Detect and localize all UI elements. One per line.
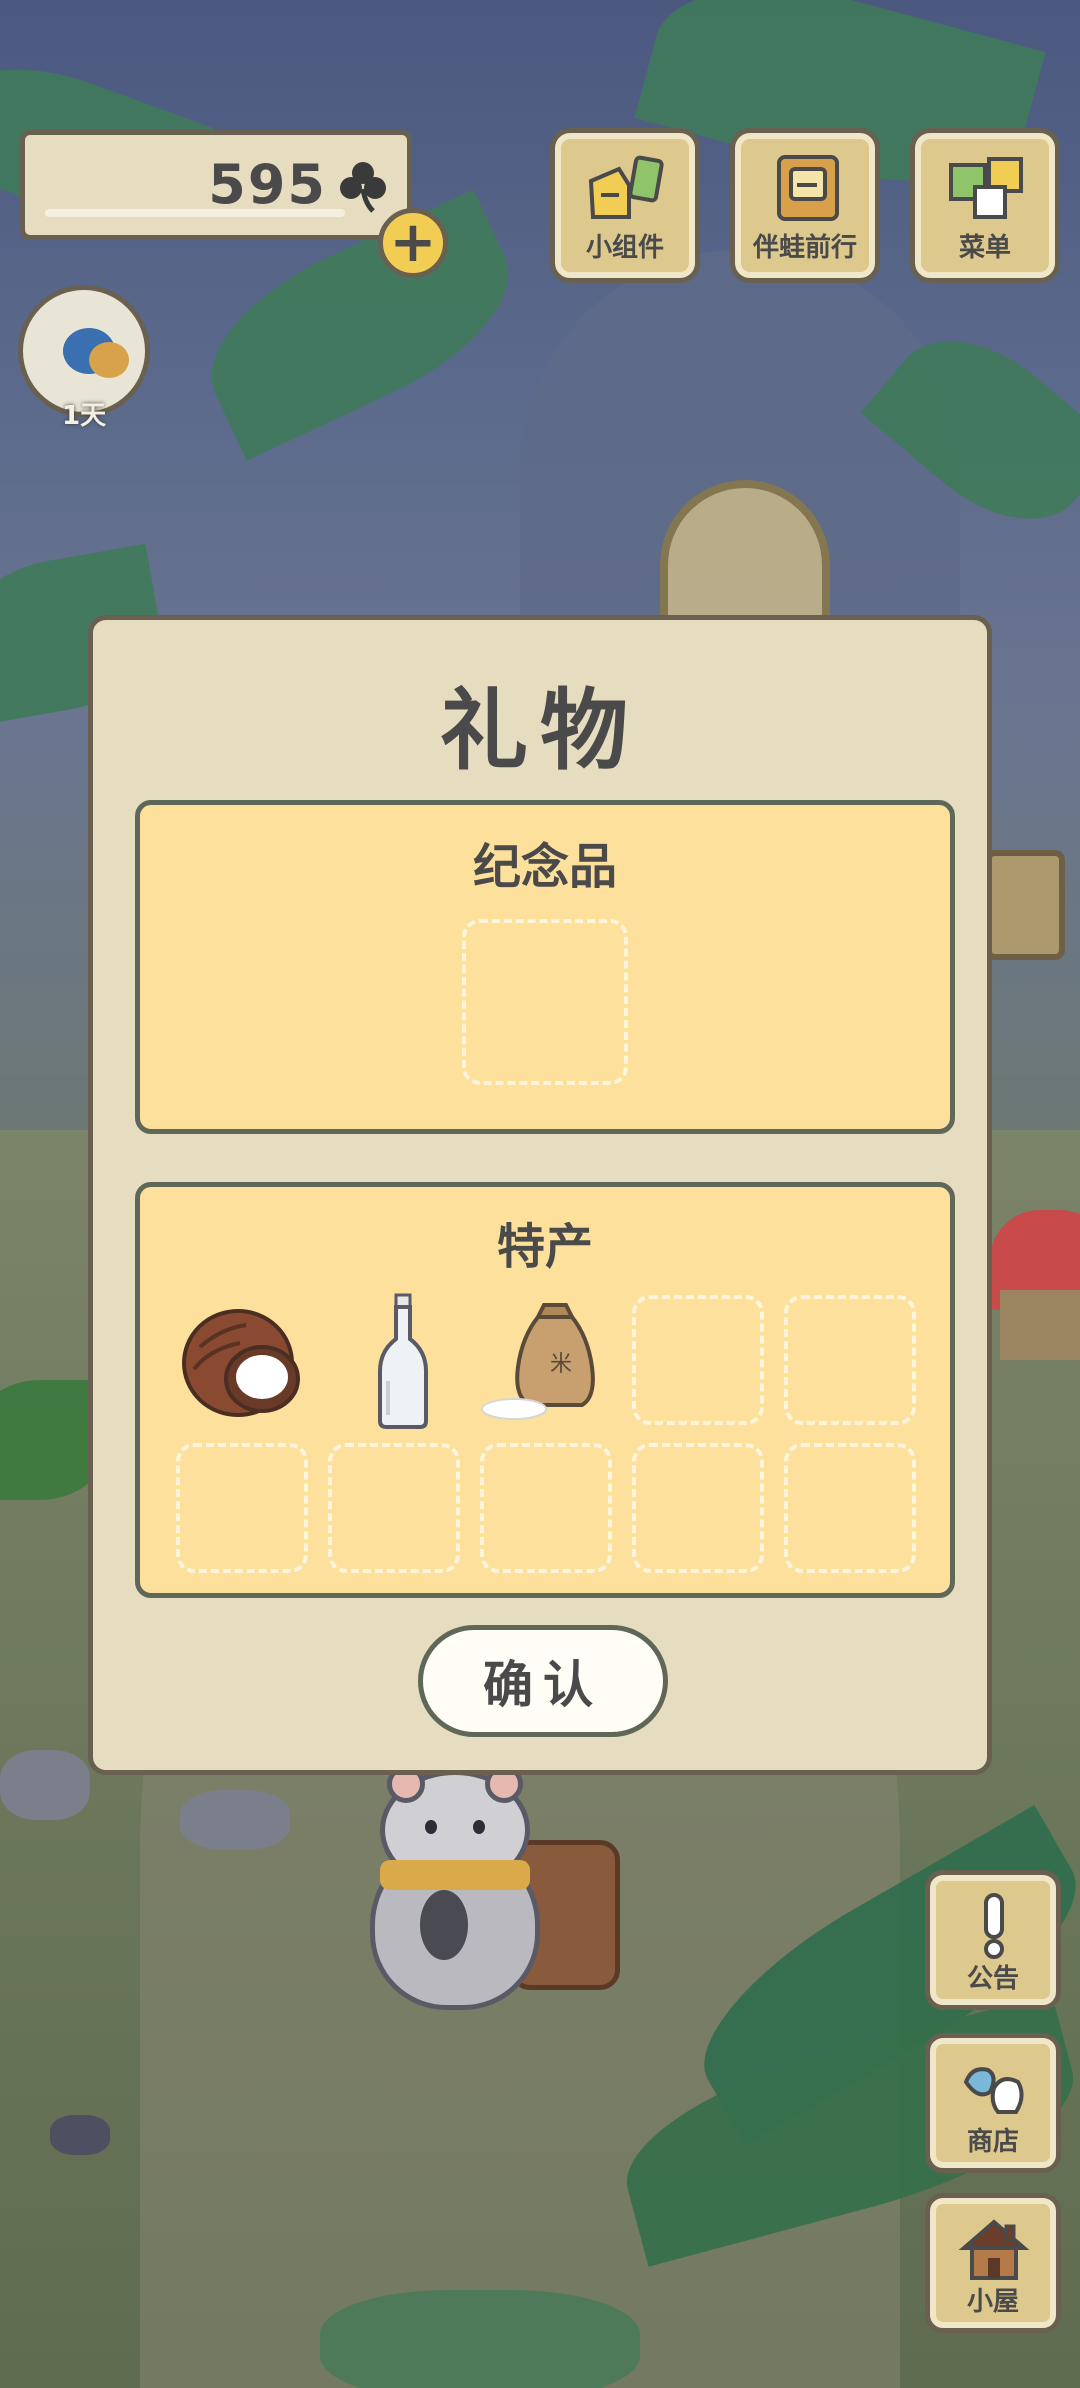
shop-icon xyxy=(963,2067,1024,2114)
widget-button-label: 小组件 xyxy=(585,233,664,263)
specialty-slot[interactable] xyxy=(176,1443,308,1573)
menu-icon xyxy=(949,157,1023,219)
coconut-icon xyxy=(182,1309,300,1417)
house-icon xyxy=(958,2219,1030,2280)
specialty-slot[interactable] xyxy=(480,1443,612,1573)
specialty-slot[interactable] xyxy=(784,1443,916,1573)
gift-dialog: 礼物 纪念品 特产 米 确认 xyxy=(88,615,992,1775)
specialty-panel: 特产 米 xyxy=(135,1182,955,1598)
rice-bag-icon: 米 xyxy=(481,1303,595,1420)
specialty-slot[interactable] xyxy=(632,1443,764,1573)
souvenir-title: 纪念品 xyxy=(472,839,617,895)
confirm-button[interactable]: 确认 xyxy=(418,1625,668,1737)
widget-icon xyxy=(588,155,664,219)
rock xyxy=(180,1790,290,1850)
notice-icon xyxy=(984,1893,1004,1959)
bottle-icon xyxy=(378,1293,428,1429)
scarf xyxy=(380,1860,530,1890)
notice-button-label: 公告 xyxy=(966,1964,1019,1994)
dialog-title: 礼物 xyxy=(439,679,640,782)
journey-button-label: 伴蛙前行 xyxy=(752,233,857,263)
souvenir-panel: 纪念品 xyxy=(135,800,955,1134)
hamster-eye xyxy=(425,1820,437,1834)
clover-icon xyxy=(340,162,386,213)
specialty-item-rice-bag[interactable]: 米 xyxy=(478,1297,618,1427)
rock xyxy=(0,1750,90,1820)
clover-bar-highlight xyxy=(45,209,345,217)
souvenir-slot[interactable] xyxy=(462,919,628,1085)
menu-button-label: 菜单 xyxy=(958,233,1011,263)
rock xyxy=(320,2290,640,2388)
add-clover-button[interactable]: + xyxy=(378,208,448,278)
book-icon xyxy=(777,155,839,221)
rock xyxy=(50,2115,110,2155)
specialty-slot[interactable] xyxy=(632,1295,764,1425)
svg-text:米: 米 xyxy=(550,1352,572,1377)
specialty-item-coconut[interactable] xyxy=(180,1299,310,1429)
specialty-slot[interactable] xyxy=(784,1295,916,1425)
clover-counter: 595 xyxy=(20,130,412,240)
notice-button[interactable]: 公告 xyxy=(925,1870,1061,2010)
menu-button[interactable]: 菜单 xyxy=(910,128,1060,283)
sunflower-seed xyxy=(420,1890,468,1960)
hamster-eye xyxy=(473,1820,485,1834)
hamster-character[interactable] xyxy=(360,1765,550,2010)
specialty-title: 特产 xyxy=(496,1219,593,1275)
widget-button[interactable]: 小组件 xyxy=(550,128,700,283)
shop-button[interactable]: 商店 xyxy=(925,2033,1061,2173)
day-count-label: 1天 xyxy=(62,401,107,431)
friend-face-icon xyxy=(89,342,129,378)
lantern xyxy=(985,850,1065,960)
shop-button-label: 商店 xyxy=(966,2127,1019,2157)
house-button-label: 小屋 xyxy=(966,2287,1019,2317)
house-button[interactable]: 小屋 xyxy=(925,2193,1061,2333)
clover-count: 595 xyxy=(208,153,327,216)
mailbox-post xyxy=(1000,1290,1080,1360)
journey-button[interactable]: 伴蛙前行 xyxy=(730,128,880,283)
specialty-slot[interactable] xyxy=(328,1443,460,1573)
specialty-item-bottle[interactable] xyxy=(368,1291,438,1431)
